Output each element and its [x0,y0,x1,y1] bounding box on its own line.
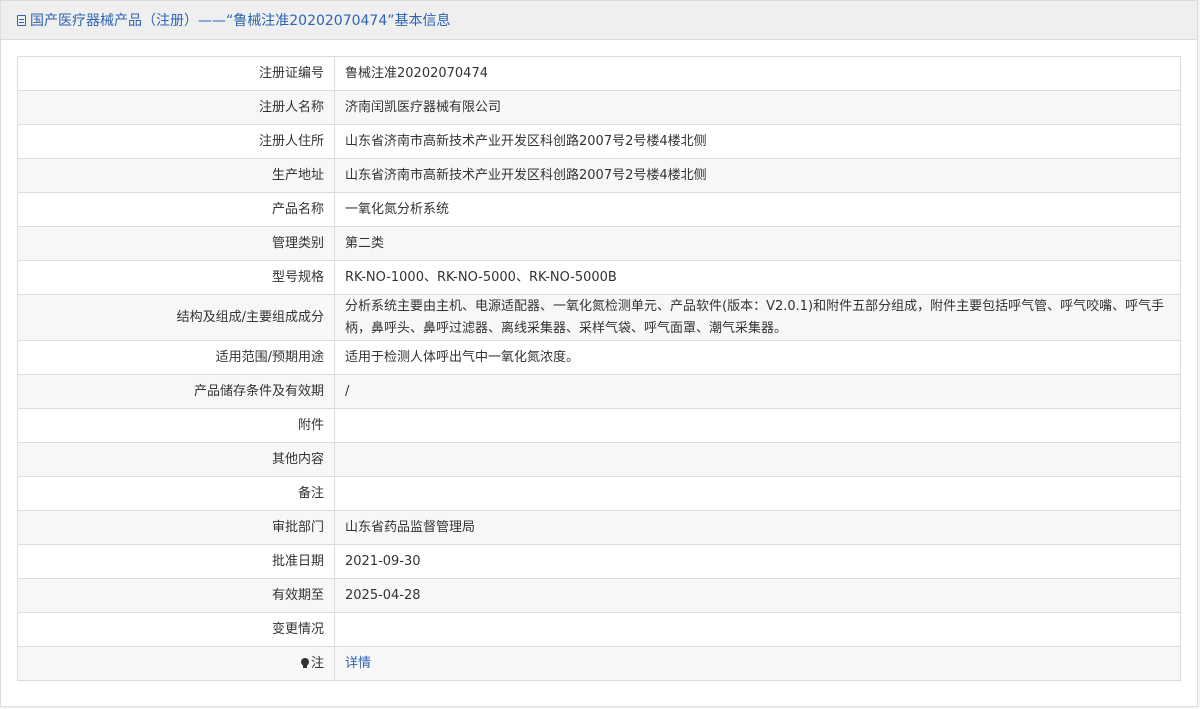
row-value: 山东省药品监督管理局 [334,510,1181,545]
table-row: 其他内容 [17,442,1181,477]
row-value: / [334,374,1181,409]
page-title: 国产医疗器械产品（注册）——“鲁械注准20202070474”基本信息 [30,13,451,29]
row-label: 变更情况 [17,612,335,647]
table-row: 型号规格 RK-NO-1000、RK-NO-5000、RK-NO-5000B [17,260,1181,295]
table-row: 备注 [17,476,1181,511]
table-row: 有效期至 2025-04-28 [17,578,1181,613]
row-label: 附件 [17,408,335,443]
row-value: 鲁械注准20202070474 [334,56,1181,91]
row-value: RK-NO-1000、RK-NO-5000、RK-NO-5000B [334,260,1181,295]
table-row: 结构及组成/主要组成成分 分析系统主要由主机、电源适配器、一氧化氮检测单元、产品… [17,294,1181,341]
row-value: 济南闰凯医疗器械有限公司 [334,90,1181,125]
row-label: 注册人住所 [17,124,335,159]
row-label: 注 [310,655,324,671]
table-row: 附件 [17,408,1181,443]
table-row: 注册人名称 济南闰凯医疗器械有限公司 [17,90,1181,125]
info-table-wrapper: 注册证编号 鲁械注准20202070474 注册人名称 济南闰凯医疗器械有限公司… [17,56,1181,681]
row-value [334,408,1181,443]
table-row: 批准日期 2021-09-30 [17,544,1181,579]
panel-header: 国产医疗器械产品（注册）——“鲁械注准20202070474”基本信息 [1,1,1197,40]
row-label: 产品名称 [17,192,335,227]
row-value: 第二类 [334,226,1181,261]
row-label: 型号规格 [17,260,335,295]
table-row: 适用范围/预期用途 适用于检测人体呼出气中一氧化氮浓度。 [17,340,1181,375]
table-row: 变更情况 [17,612,1181,647]
row-value: 山东省济南市高新技术产业开发区科创路2007号2号楼4楼北侧 [334,124,1181,159]
info-panel: 国产医疗器械产品（注册）——“鲁械注准20202070474”基本信息 注册证编… [0,0,1198,707]
row-label: 其他内容 [17,442,335,477]
lightbulb-icon [300,657,309,668]
table-row: 注册证编号 鲁械注准20202070474 [17,56,1181,91]
row-label: 产品储存条件及有效期 [17,374,335,409]
row-value: 适用于检测人体呼出气中一氧化氮浓度。 [334,340,1181,375]
row-label: 适用范围/预期用途 [17,340,335,375]
row-value: 详情 [334,646,1181,681]
row-label: 结构及组成/主要组成成分 [17,294,335,341]
details-link[interactable]: 详情 [345,656,371,671]
row-value: 2025-04-28 [334,578,1181,613]
table-row: 产品名称 一氧化氮分析系统 [17,192,1181,227]
row-value [334,476,1181,511]
table-row: 审批部门 山东省药品监督管理局 [17,510,1181,545]
table-row: 注册人住所 山东省济南市高新技术产业开发区科创路2007号2号楼4楼北侧 [17,124,1181,159]
row-value: 2021-09-30 [334,544,1181,579]
note-label-cell: 注 [17,646,335,681]
row-value: 一氧化氮分析系统 [334,192,1181,227]
row-label: 备注 [17,476,335,511]
table-row: 管理类别 第二类 [17,226,1181,261]
row-label: 审批部门 [17,510,335,545]
row-value [334,612,1181,647]
table-row: 生产地址 山东省济南市高新技术产业开发区科创路2007号2号楼4楼北侧 [17,158,1181,193]
table-row: 注 详情 [17,646,1181,681]
info-table: 注册证编号 鲁械注准20202070474 注册人名称 济南闰凯医疗器械有限公司… [17,56,1181,681]
row-label: 有效期至 [17,578,335,613]
row-label: 管理类别 [17,226,335,261]
table-row: 产品储存条件及有效期 / [17,374,1181,409]
document-icon [17,14,26,26]
row-value: 分析系统主要由主机、电源适配器、一氧化氮检测单元、产品软件(版本：V2.0.1)… [334,294,1181,341]
row-value [334,442,1181,477]
row-label: 注册证编号 [17,56,335,91]
row-value: 山东省济南市高新技术产业开发区科创路2007号2号楼4楼北侧 [334,158,1181,193]
row-label: 生产地址 [17,158,335,193]
row-label: 注册人名称 [17,90,335,125]
row-label: 批准日期 [17,544,335,579]
